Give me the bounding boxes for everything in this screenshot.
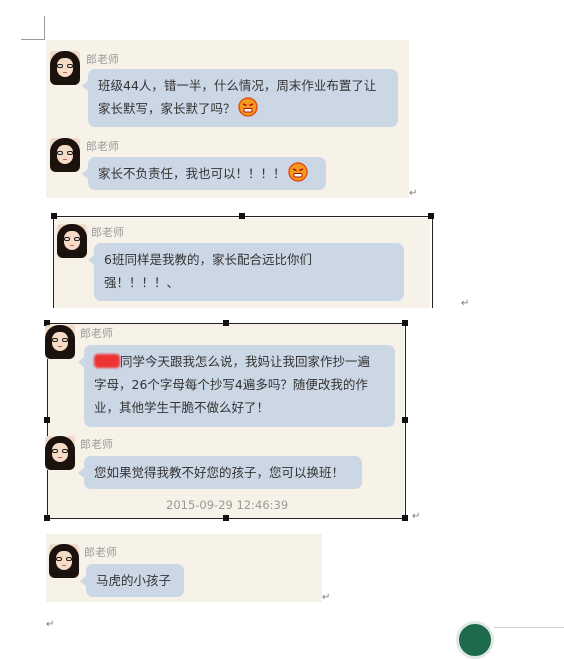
sender-name: 郎老师 xyxy=(86,53,119,66)
paragraph-mark: ↵ xyxy=(461,298,470,309)
sender-name: 郎老师 xyxy=(91,226,124,239)
message-text-line: 同学今天跟我怎么说，我妈让我回家作抄一遍 xyxy=(94,350,385,373)
sender-name: 郎老师 xyxy=(86,140,119,153)
resize-handle[interactable] xyxy=(223,515,229,521)
paragraph-mark: ↵ xyxy=(412,511,421,522)
message-text-line: 字母，26个字母每个抄写4遍多吗？随便改我的作 xyxy=(94,377,368,392)
teacher-avatar xyxy=(57,224,87,258)
message-text: 家长不负责任，我也可以！！！！ xyxy=(98,166,286,181)
teacher-avatar xyxy=(45,436,75,470)
message-bubble: 马虎的小孩子 xyxy=(80,564,184,597)
resize-handle[interactable] xyxy=(44,515,50,521)
message-text-line: 强！！！！、 xyxy=(104,275,180,290)
message-text: 同学今天跟我怎么说，我妈让我回家作抄一遍 xyxy=(120,354,371,369)
sender-name: 郎老师 xyxy=(80,327,113,340)
resize-handle[interactable] xyxy=(239,213,245,219)
angry-face-icon xyxy=(237,97,258,117)
sender-name: 郎老师 xyxy=(84,546,117,559)
message-timestamp: 2015-09-29 12:46:39 xyxy=(166,498,289,512)
resize-handle[interactable] xyxy=(44,417,50,423)
resize-handle[interactable] xyxy=(402,417,408,423)
angry-face-icon xyxy=(287,162,308,182)
message-bubble: 家长不负责任，我也可以！！！！ xyxy=(82,157,326,190)
sender-name: 郎老师 xyxy=(80,438,113,451)
paragraph-mark: ↵ xyxy=(46,619,55,630)
teacher-avatar xyxy=(45,325,75,359)
paragraph-mark: ↵ xyxy=(409,188,418,199)
message-text: 马虎的小孩子 xyxy=(96,573,172,588)
message-bubble: 班级44人，错一半，什么情况，周末作业布置了让家长默写，家长默了吗？ xyxy=(82,69,398,127)
resize-handle[interactable] xyxy=(51,213,57,219)
teacher-avatar xyxy=(50,138,80,172)
message-text: 您如果觉得我教不好您的孩子，您可以换班！ xyxy=(94,465,345,480)
watermark-logo-icon xyxy=(456,621,494,659)
message-text-line: 6班同样是我教的，家长配合远比你们 xyxy=(104,252,312,267)
paragraph-mark: ↵ xyxy=(322,592,331,603)
resize-handle[interactable] xyxy=(428,213,434,219)
divider-line xyxy=(494,627,564,628)
message-bubble: 同学今天跟我怎么说，我妈让我回家作抄一遍 字母，26个字母每个抄写4遍多吗？随便… xyxy=(78,345,395,427)
message-bubble: 6班同样是我教的，家长配合远比你们 强！！！！、 xyxy=(88,243,404,301)
redacted-name-mark xyxy=(94,354,120,368)
teacher-avatar xyxy=(49,544,79,578)
resize-handle[interactable] xyxy=(402,515,408,521)
resize-handle[interactable] xyxy=(402,320,408,326)
message-bubble: 您如果觉得我教不好您的孩子，您可以换班！ xyxy=(78,456,362,489)
document-margin-corner-mark xyxy=(21,16,45,40)
message-text-line: 业，其他学生干脆不做么好了！ xyxy=(94,400,270,415)
resize-handle[interactable] xyxy=(223,320,229,326)
teacher-avatar xyxy=(50,51,80,85)
